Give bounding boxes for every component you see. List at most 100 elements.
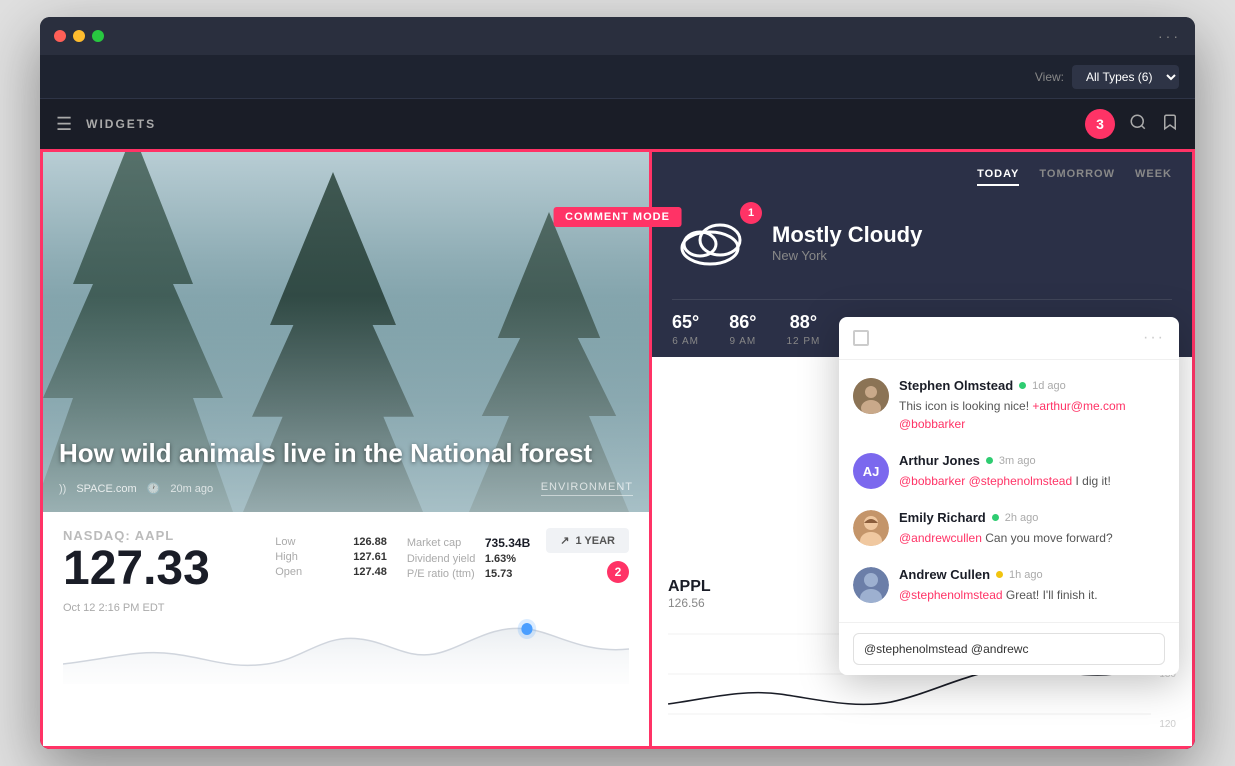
time-andrew: 1h ago — [1009, 569, 1043, 581]
avatar-emily — [853, 510, 889, 546]
search-icon[interactable] — [1129, 113, 1147, 136]
y-label-120: 120 — [1159, 719, 1176, 730]
article-tag: ENVIRONMENT — [541, 481, 633, 496]
mention-bobbarker-1: @bobbarker — [899, 417, 965, 431]
mention-bobbarker-2: @bobbarker — [899, 474, 965, 488]
open-value: 127.48 — [353, 566, 387, 578]
stock-price: 127.33 — [63, 543, 210, 596]
weather-info: Mostly Cloudy New York — [772, 222, 922, 263]
main-content: How wild animals live in the National fo… — [40, 149, 1195, 749]
stat-group-left: Low 126.88 High 127.61 Open — [275, 536, 387, 581]
wave-chart — [63, 604, 629, 684]
cloud-icon — [672, 210, 752, 270]
temp-6am-label: 6 AM — [672, 336, 699, 347]
div-yield-value: 1.63% — [485, 553, 516, 565]
tab-week[interactable]: WEEK — [1135, 168, 1172, 186]
pe-label: P/E ratio (ttm) — [407, 568, 477, 580]
mention-arthur-email: +arthur@me.com — [1032, 399, 1125, 413]
title-bar: ··· — [40, 17, 1195, 55]
weather-city: New York — [772, 248, 922, 263]
stock-stats: Low 126.88 High 127.61 Open — [275, 536, 530, 583]
avatar-stephen — [853, 378, 889, 414]
comment-meta-stephen: Stephen Olmstead 1d ago — [899, 378, 1165, 393]
author-andrew: Andrew Cullen — [899, 567, 990, 582]
div-yield-row: Dividend yield 1.63% — [407, 553, 530, 565]
notification-badge[interactable]: 3 — [1085, 109, 1115, 139]
mention-andrewcullen: @andrewcullen — [899, 531, 982, 545]
top-bar: View: All Types (6) — [40, 55, 1195, 99]
comment-header: ··· — [839, 317, 1179, 360]
low-value: 126.88 — [353, 536, 387, 548]
cloud-icon-area: 1 — [672, 210, 752, 275]
low-row: Low 126.88 — [275, 536, 387, 548]
right-stock-symbol: APPL — [668, 578, 711, 596]
author-arthur: Arthur Jones — [899, 453, 980, 468]
tab-tomorrow[interactable]: TOMORROW — [1039, 168, 1115, 186]
view-selector[interactable]: All Types (6) — [1072, 65, 1179, 89]
time-emily: 2h ago — [1005, 512, 1039, 524]
stock-left: NASDAQ: AAPL 127.33 Oct 12 2:16 PM EDT — [63, 528, 210, 614]
source-time: 20m ago — [170, 483, 213, 495]
avatar-andrew — [853, 567, 889, 603]
view-label: View: — [1035, 70, 1064, 84]
time-arthur: 3m ago — [999, 455, 1036, 467]
comment-mode-banner: COMMENT MODE — [553, 207, 682, 227]
market-cap-value: 735.34B — [485, 536, 530, 550]
div-yield-label: Dividend yield — [407, 553, 477, 565]
temp-12pm-label: 12 PM — [786, 336, 820, 347]
open-label: Open — [275, 566, 345, 578]
comment-body-andrew: Andrew Cullen 1h ago @stephenolmstead Gr… — [899, 567, 1165, 604]
bookmark-icon[interactable] — [1161, 113, 1179, 136]
maximize-dot[interactable] — [92, 30, 104, 42]
left-panel: How wild animals live in the National fo… — [40, 149, 652, 749]
minimize-dot[interactable] — [73, 30, 85, 42]
comment-item: Emily Richard 2h ago @andrewcullen Can y… — [839, 500, 1179, 557]
status-dot-emily — [992, 514, 999, 521]
comment-meta-arthur: Arthur Jones 3m ago — [899, 453, 1165, 468]
widgets-label: WIDGETS — [86, 117, 156, 131]
article-title: How wild animals live in the National fo… — [59, 437, 633, 471]
select-checkbox[interactable] — [853, 330, 869, 346]
stock-symbol: NASDAQ: AAPL — [63, 528, 210, 543]
hamburger-icon[interactable]: ☰ — [56, 114, 72, 135]
temp-6am-value: 65° — [672, 312, 699, 333]
text-andrew: @stephenolmstead Great! I'll finish it. — [899, 586, 1165, 604]
menu-icon[interactable]: ··· — [1158, 28, 1181, 44]
temp-6am: 65° 6 AM — [672, 312, 699, 347]
text-emily: @andrewcullen Can you move forward? — [899, 529, 1165, 547]
market-cap-row: Market cap 735.34B — [407, 536, 530, 550]
market-cap-label: Market cap — [407, 537, 477, 549]
temp-12pm-value: 88° — [786, 312, 820, 333]
weather-badge: 1 — [740, 202, 762, 224]
avatar-initials-arthur: AJ — [863, 464, 880, 479]
weather-tabs: TODAY TOMORROW WEEK — [672, 168, 1172, 186]
avatar-arthur: AJ — [853, 453, 889, 489]
mention-stephenolmstead-2: @stephenolmstead — [899, 588, 1003, 602]
comment-meta-emily: Emily Richard 2h ago — [899, 510, 1165, 525]
temp-9am: 86° 9 AM — [729, 312, 756, 347]
avatar-initials-stephen — [853, 378, 889, 414]
tab-today[interactable]: TODAY — [977, 168, 1019, 186]
high-label: High — [275, 551, 345, 563]
chart-up-icon: ↗ — [560, 534, 569, 547]
pe-row: P/E ratio (ttm) 15.73 — [407, 568, 530, 580]
chart-time-button[interactable]: ↗ 1 YEAR — [546, 528, 629, 553]
app-bar-left: ☰ WIDGETS — [56, 114, 156, 135]
app-bar-right: 3 — [1085, 109, 1179, 139]
article-source: )) SPACE.com 🕐 20m ago — [59, 482, 213, 495]
comment-input[interactable] — [853, 633, 1165, 665]
mention-stephenolmstead-1: @stephenolmstead — [969, 474, 1073, 488]
close-dot[interactable] — [54, 30, 66, 42]
more-options-icon[interactable]: ··· — [1143, 329, 1165, 347]
app-window: ··· View: All Types (6) COMMENT MODE ☰ W… — [40, 17, 1195, 749]
status-dot-stephen — [1019, 382, 1026, 389]
open-row: Open 127.48 — [275, 566, 387, 578]
text-arthur: @bobbarker @stephenolmstead I dig it! — [899, 472, 1165, 490]
pe-value: 15.73 — [485, 568, 513, 580]
high-value: 127.61 — [353, 551, 387, 563]
comment-item: Stephen Olmstead 1d ago This icon is loo… — [839, 368, 1179, 443]
window-controls — [54, 30, 104, 42]
low-label: Low — [275, 536, 345, 548]
comment-item: Andrew Cullen 1h ago @stephenolmstead Gr… — [839, 557, 1179, 614]
comment-panel: ··· — [839, 317, 1179, 675]
